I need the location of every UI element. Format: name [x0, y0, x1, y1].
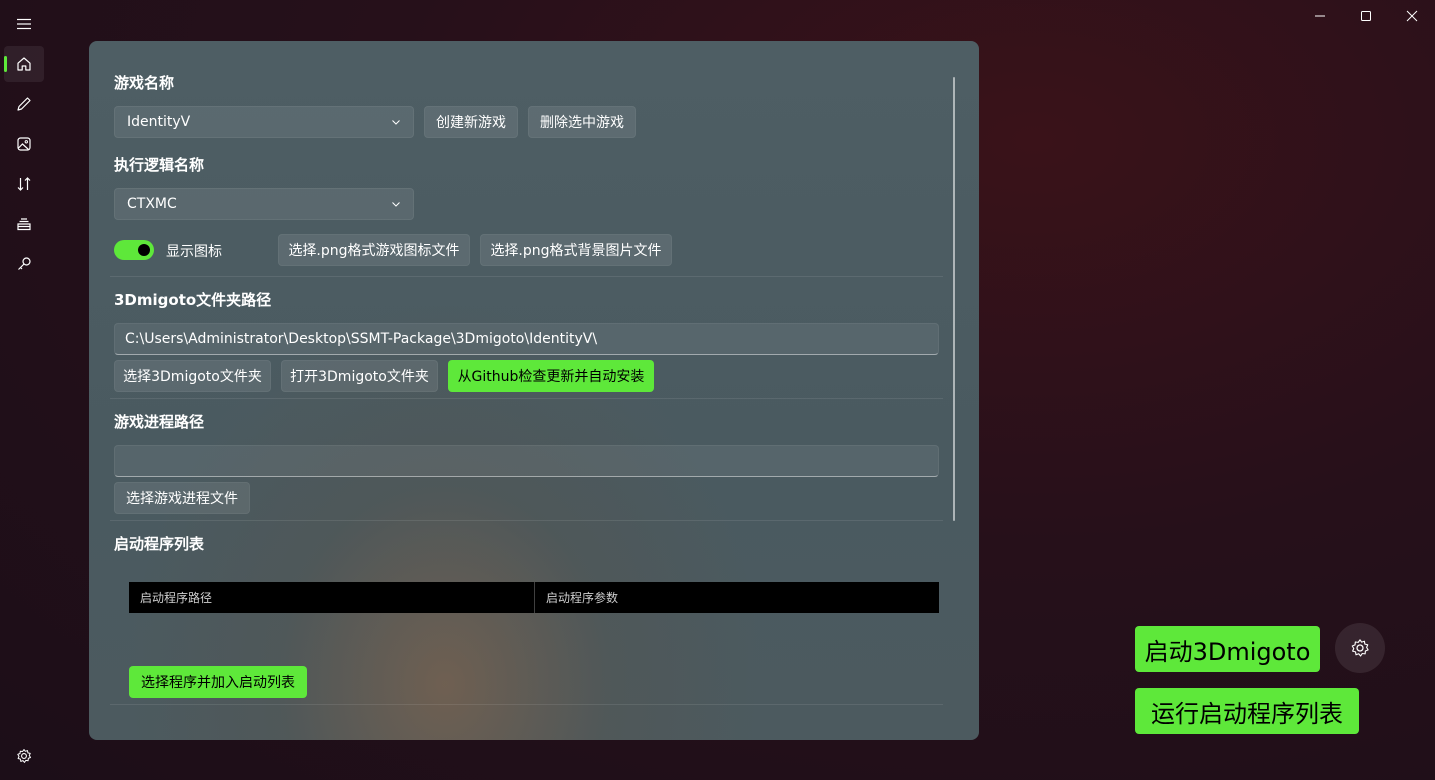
run-launch-list-button[interactable]: 运行启动程序列表 [1135, 688, 1359, 734]
close-button[interactable] [1389, 0, 1435, 32]
nav-item-settings[interactable] [4, 738, 44, 774]
section-divider [110, 520, 943, 521]
section-divider [110, 276, 943, 277]
start-migoto-button[interactable]: 启动3Dmigoto [1135, 626, 1320, 672]
launch-list-table-header: 启动程序路径 启动程序参数 [129, 582, 939, 613]
settings-icon [1351, 639, 1369, 657]
migoto-path-value: C:\Users\Administrator\Desktop\SSMT-Pack… [125, 331, 598, 347]
select-game-process-button[interactable]: 选择游戏进程文件 [114, 482, 250, 514]
section-divider [110, 704, 943, 705]
minimize-icon [1315, 15, 1325, 17]
update-from-github-button[interactable]: 从Github检查更新并自动安装 [448, 360, 654, 392]
maximize-button[interactable] [1343, 0, 1389, 32]
nav-item-edit[interactable] [4, 86, 44, 122]
show-icon-toggle[interactable] [114, 240, 154, 260]
launch-list-label: 启动程序列表 [114, 535, 205, 553]
pencil-icon [17, 97, 31, 111]
logic-name-label: 执行逻辑名称 [114, 156, 205, 174]
image-icon [17, 137, 31, 151]
wrench-icon [18, 257, 31, 270]
sort-icon [17, 177, 31, 191]
vertical-scrollbar[interactable] [953, 77, 955, 521]
game-name-selected: IdentityV [127, 114, 191, 130]
game-process-path-input[interactable] [114, 445, 939, 477]
nav-item-image[interactable] [4, 126, 44, 162]
minimize-button[interactable] [1297, 0, 1343, 32]
column-header-arguments[interactable]: 启动程序参数 [534, 582, 939, 613]
show-icon-label: 显示图标 [166, 244, 222, 260]
selection-indicator [4, 56, 7, 72]
launch-settings-button[interactable] [1335, 623, 1385, 673]
logic-name-selected: CTXMC [127, 196, 177, 212]
nav-item-sort[interactable] [4, 166, 44, 202]
game-process-path-label: 游戏进程路径 [114, 413, 205, 431]
navigation-pane [0, 0, 48, 780]
logic-name-combobox[interactable]: CTXMC [114, 188, 414, 220]
migoto-path-input[interactable]: C:\Users\Administrator\Desktop\SSMT-Pack… [114, 323, 939, 355]
migoto-path-label: 3Dmigoto文件夹路径 [114, 291, 272, 309]
open-migoto-folder-button[interactable]: 打开3Dmigoto文件夹 [281, 360, 438, 392]
nav-item-tray[interactable] [4, 206, 44, 242]
menu-toggle-button[interactable] [4, 6, 44, 42]
chevron-down-icon [392, 202, 400, 207]
select-background-file-button[interactable]: 选择.png格式背景图片文件 [480, 234, 672, 266]
column-header-path[interactable]: 启动程序路径 [129, 582, 534, 613]
settings-icon [17, 749, 31, 763]
tray-icon [17, 218, 31, 231]
window-controls [1297, 0, 1435, 32]
close-icon [1406, 10, 1418, 22]
nav-item-home[interactable] [4, 46, 44, 82]
game-name-combobox[interactable]: IdentityV [114, 106, 414, 138]
select-migoto-folder-button[interactable]: 选择3Dmigoto文件夹 [114, 360, 271, 392]
game-name-label: 游戏名称 [114, 74, 175, 92]
create-game-button[interactable]: 创建新游戏 [424, 106, 518, 138]
add-launch-program-button[interactable]: 选择程序并加入启动列表 [129, 666, 307, 698]
hamburger-icon [17, 18, 31, 30]
section-divider [110, 398, 943, 399]
chevron-down-icon [392, 120, 400, 125]
delete-game-button[interactable]: 删除选中游戏 [528, 106, 636, 138]
toggle-knob [138, 244, 150, 256]
home-settings-panel: 游戏名称 IdentityV 创建新游戏 删除选中游戏 执行逻辑名称 CTXMC… [89, 41, 979, 740]
maximize-icon [1361, 11, 1371, 21]
home-icon [17, 57, 31, 71]
select-icon-file-button[interactable]: 选择.png格式游戏图标文件 [278, 234, 470, 266]
nav-item-tools[interactable] [4, 246, 44, 282]
